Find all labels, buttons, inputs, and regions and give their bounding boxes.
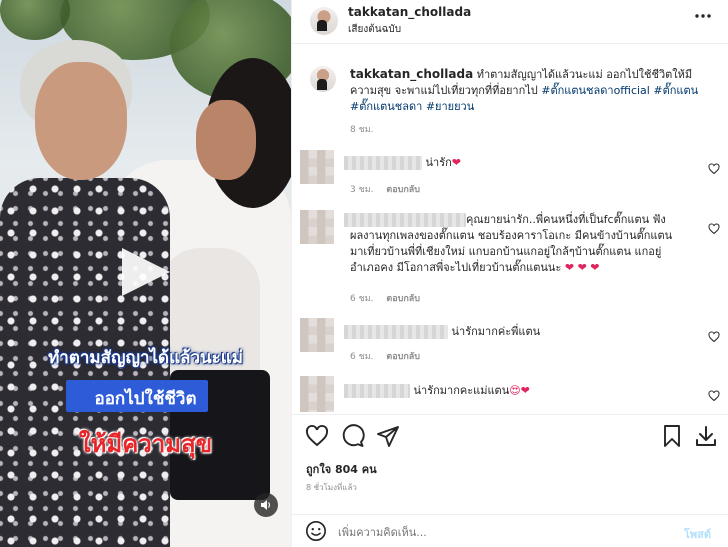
play-icon[interactable] <box>118 244 174 300</box>
avatar[interactable] <box>300 318 334 352</box>
blurred-username <box>344 325 448 339</box>
post-header: takkatan_chollada เสียงต้นฉบับ <box>292 0 728 44</box>
header-username[interactable]: takkatan_chollada <box>348 5 471 19</box>
comment-text-line: คุณยายน่ารัก..พี่คนหนึ่งที่เป็นfcตั๊กแตน… <box>466 213 666 226</box>
heart-eyes-emoji: 😍❤ <box>509 384 530 397</box>
comment-time: 3 ชม. <box>350 185 374 195</box>
heart-emoji: ❤ <box>451 156 461 169</box>
comment-bubble-icon[interactable] <box>341 424 365 448</box>
avatar[interactable] <box>300 210 334 244</box>
like-comment-heart-icon[interactable] <box>708 163 720 175</box>
comment-time: 6 ชม. <box>350 352 374 362</box>
comment-input[interactable] <box>338 522 638 542</box>
like-comment-heart-icon[interactable] <box>708 223 720 235</box>
like-comment-heart-icon[interactable] <box>708 390 720 402</box>
caption-time: 8 ชม. <box>350 125 374 135</box>
likes-count[interactable]: ถูกใจ 804 คน <box>306 460 377 478</box>
add-comment-bar: โพสต์ <box>292 514 728 547</box>
blurred-username <box>344 384 410 398</box>
hashtag-link[interactable]: #ตั๊กแตนชลดา <box>350 100 422 113</box>
video-caption-line-2: ออกไปใช้ชีวิต <box>94 389 197 409</box>
comment-text: น่ารักมากคะแม่แตน <box>413 384 510 397</box>
avatar[interactable] <box>300 376 334 412</box>
comment-text-line: อำเภอคง มีโอกาสพี่จะไปเที่ยวบ้านตั๊กแตนน… <box>350 261 562 274</box>
hashtag-link[interactable]: #ตั๊กแตนชลดาofficial <box>541 84 650 97</box>
post-time-ago: 8 ชั่วโมงที่แล้ว <box>306 483 357 492</box>
avatar[interactable] <box>310 7 338 35</box>
post-media[interactable]: ทำตามสัญญาได้แล้วนะแม่ ออกไปใช้ชีวิต ให้… <box>0 0 291 547</box>
caption-username[interactable]: takkatan_chollada <box>350 67 473 81</box>
bookmark-icon[interactable] <box>660 424 684 448</box>
avatar[interactable] <box>300 150 334 184</box>
hashtag-link[interactable]: #ยายยวน <box>426 100 474 113</box>
reply-button[interactable]: ตอบกลับ <box>386 294 420 304</box>
video-caption-line-1: ทำตามสัญญาได้แล้วนะแม่ <box>48 348 243 368</box>
comment-text-line: มาเที่ยวบ้านพี่ที่เชียงใหม่ แกบอกบ้านแกอ… <box>350 245 662 258</box>
heart-emoji: ❤ ❤ ❤ <box>564 261 600 274</box>
tree-foliage <box>0 0 70 40</box>
comment-text-line: ผลงานทุกเพลงของตั๊กแตน ชอบร้องคาราโอเกะ … <box>350 229 673 242</box>
hashtag-link[interactable]: #ตั๊กแตน <box>653 84 698 97</box>
download-icon[interactable] <box>694 424 718 448</box>
audio-label[interactable]: เสียงต้นฉบับ <box>348 22 401 37</box>
comment-time: 6 ชม. <box>350 294 374 304</box>
emoji-smiley-icon[interactable] <box>305 520 327 542</box>
comment-text: น่ารัก <box>425 156 452 169</box>
like-heart-icon[interactable] <box>305 424 329 448</box>
post-details-panel: takkatan_chollada เสียงต้นฉบับ takkatan_… <box>291 0 728 547</box>
more-dots-icon[interactable] <box>694 13 712 19</box>
speaker-icon <box>261 500 271 510</box>
like-comment-heart-icon[interactable] <box>708 331 720 343</box>
blurred-username <box>344 213 466 227</box>
video-caption-line-3: ให้มีความสุข <box>78 430 213 458</box>
blurred-username <box>344 156 422 170</box>
post-comment-button[interactable]: โพสต์ <box>684 525 711 543</box>
reply-button[interactable]: ตอบกลับ <box>386 352 420 362</box>
avatar[interactable] <box>310 66 336 92</box>
audio-toggle-button[interactable] <box>254 493 278 517</box>
share-paper-plane-icon[interactable] <box>376 424 400 448</box>
comment-text: น่ารักมากค่ะพี่แตน <box>451 325 541 338</box>
reply-button[interactable]: ตอบกลับ <box>386 185 420 195</box>
